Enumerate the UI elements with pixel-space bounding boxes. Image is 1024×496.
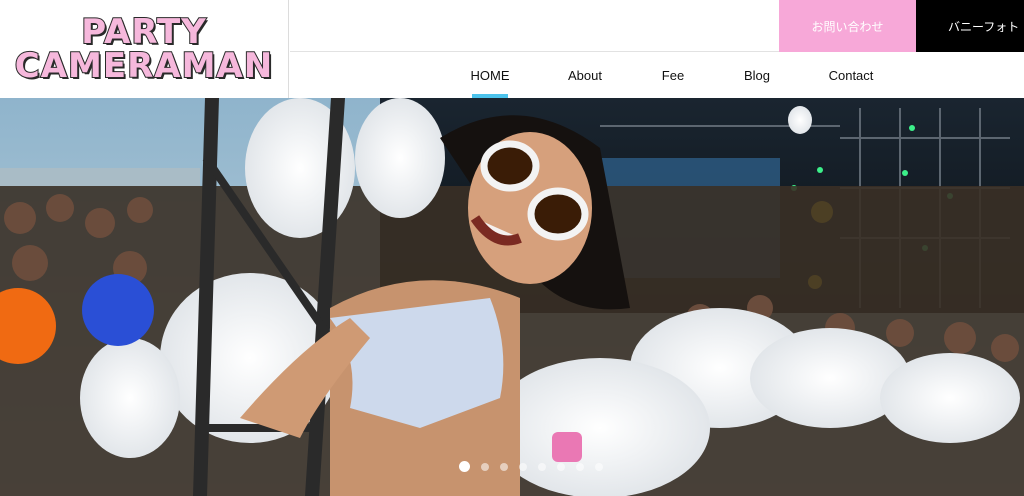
main-nav: HOME About Fee Blog Contact <box>290 52 1024 98</box>
logo-line-2: CAMERAMAN <box>14 46 274 86</box>
slide-dot-7[interactable] <box>576 462 584 471</box>
slide-dot-8[interactable] <box>595 462 603 471</box>
logo-line-1: PARTY <box>80 12 207 52</box>
banny-photo-button[interactable]: バニーフォト <box>916 0 1024 52</box>
slide-dot-2[interactable] <box>481 462 489 471</box>
slide-dot-3[interactable] <box>500 462 508 471</box>
logo[interactable]: PARTY CAMERAMAN <box>0 0 289 98</box>
slide-dot-4[interactable] <box>519 462 527 471</box>
slide-dot-6[interactable] <box>557 462 565 471</box>
slide-dots <box>0 461 1024 472</box>
hero-photo <box>0 98 1024 496</box>
slide-dot-1[interactable] <box>459 461 470 472</box>
nav-about[interactable]: About <box>563 52 607 98</box>
hero-slideshow[interactable] <box>0 98 1024 496</box>
nav-home[interactable]: HOME <box>468 52 512 98</box>
contact-button[interactable]: お問い合わせ <box>779 0 916 52</box>
site-header: PARTY CAMERAMAN お問い合わせ バニーフォト HOME About… <box>0 0 1024 98</box>
slide-dot-5[interactable] <box>538 462 546 471</box>
nav-fee[interactable]: Fee <box>656 52 690 98</box>
nav-contact[interactable]: Contact <box>825 52 877 98</box>
nav-blog[interactable]: Blog <box>740 52 774 98</box>
